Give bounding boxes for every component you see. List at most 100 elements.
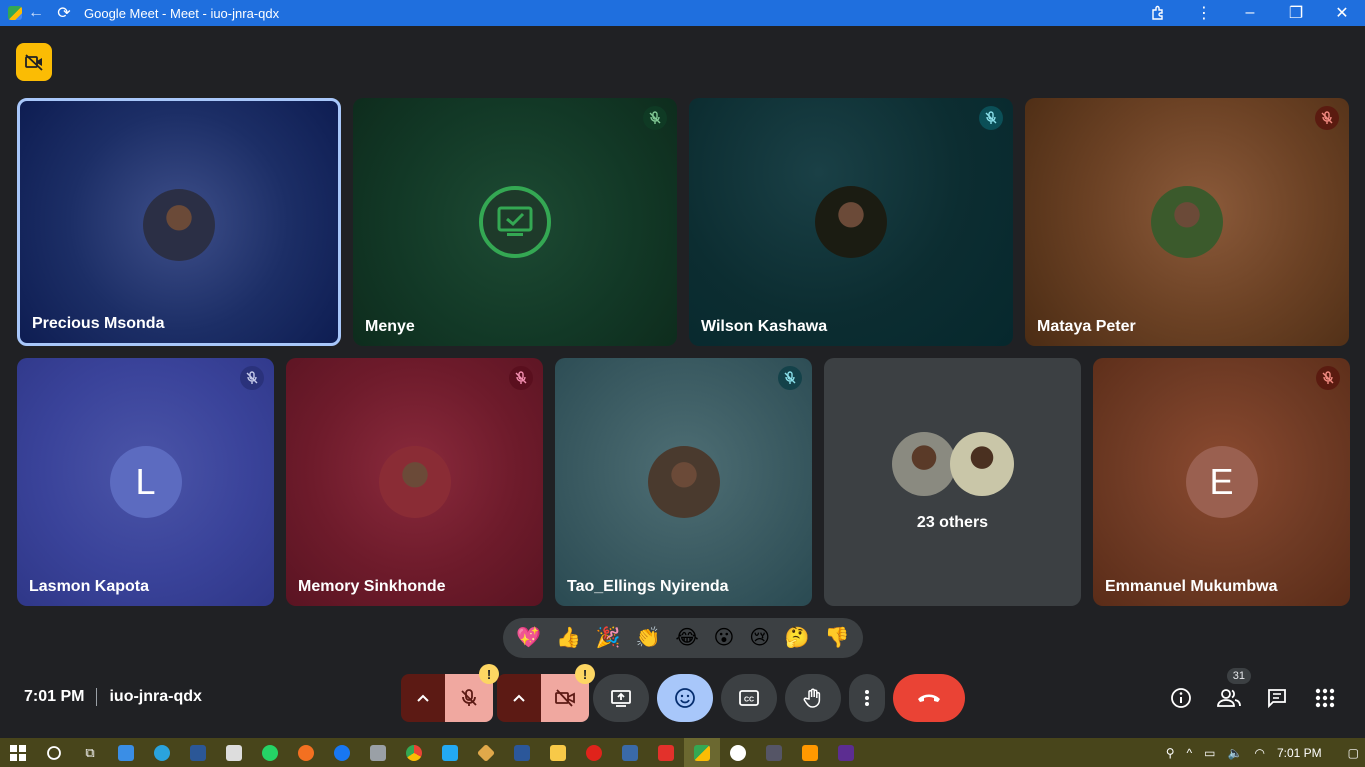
participant-name: Wilson Kashawa: [701, 318, 828, 335]
participant-name: Precious Msonda: [32, 315, 165, 332]
video-off-icon: [25, 54, 43, 71]
present-screen-button[interactable]: [593, 674, 649, 722]
windows-start-icon[interactable]: [0, 738, 36, 767]
extensions-icon[interactable]: [1135, 0, 1181, 26]
participant-tile[interactable]: Menye: [353, 98, 677, 346]
reaction-emoji[interactable]: 👎: [825, 628, 850, 648]
mic-toggle-button[interactable]: !: [445, 664, 499, 722]
participant-name: Mataya Peter: [1037, 318, 1136, 335]
people-button[interactable]: 31: [1205, 668, 1253, 722]
meeting-details-button[interactable]: [1157, 674, 1205, 722]
telegram-icon[interactable]: [144, 738, 180, 767]
battery-icon[interactable]: ▭: [1204, 746, 1215, 760]
participant-tile[interactable]: L Lasmon Kapota: [17, 358, 274, 606]
info-icon: [1171, 688, 1191, 708]
participant-tile[interactable]: Wilson Kashawa: [689, 98, 1013, 346]
more-options-button[interactable]: [849, 674, 885, 722]
search-circle-icon[interactable]: [36, 738, 72, 767]
mic-off-icon: [461, 689, 477, 706]
wifi-icon[interactable]: ◠: [1254, 746, 1264, 760]
chrome-icon[interactable]: [396, 738, 432, 767]
participant-tile[interactable]: 23 others: [824, 358, 1081, 606]
close-button[interactable]: ✕: [1319, 0, 1365, 26]
side-controls: 31: [1157, 668, 1349, 722]
warning-icon: !: [479, 664, 499, 684]
reload-icon[interactable]: ⟳: [50, 0, 78, 26]
taskbar-clock[interactable]: 7:01 PM: [1277, 746, 1322, 760]
audio-options-button[interactable]: [401, 674, 445, 722]
avatar-initial: L: [109, 446, 182, 518]
file-explorer-icon[interactable]: [540, 738, 576, 767]
vscode-icon[interactable]: [432, 738, 468, 767]
participant-tile[interactable]: Tao_Ellings Nyirenda: [555, 358, 812, 606]
mic-control: !: [401, 664, 499, 722]
reaction-emoji[interactable]: 😢: [749, 628, 770, 648]
mic-muted-icon: [643, 106, 667, 130]
participant-tile[interactable]: Precious Msonda: [17, 98, 341, 346]
people-app-icon[interactable]: [360, 738, 396, 767]
orange-app-icon[interactable]: [288, 738, 324, 767]
control-bar: 7:01 PM iuo-jnra-qdx ! ! CC 31: [0, 664, 1365, 738]
chat-button[interactable]: [1253, 674, 1301, 722]
people-tray-icon[interactable]: ⚲: [1166, 746, 1175, 760]
powershell-icon[interactable]: [180, 738, 216, 767]
avatar-initial: E: [1185, 446, 1258, 518]
reactions-bar: 💖 👍 🎉 👏 😂 😮 😢 🤔 👎: [503, 618, 863, 658]
captions-button[interactable]: CC: [721, 674, 777, 722]
videocam-off-icon: [555, 689, 575, 707]
video-options-button[interactable]: [497, 674, 541, 722]
chat-icon: [1268, 689, 1286, 709]
activities-button[interactable]: [1301, 674, 1349, 722]
participant-tile[interactable]: Memory Sinkhonde: [286, 358, 543, 606]
notification-icon[interactable]: ▢: [1348, 746, 1359, 760]
wps-icon[interactable]: [648, 738, 684, 767]
more-vert-icon[interactable]: ⋮: [1181, 0, 1227, 26]
mic-muted-icon: [778, 366, 802, 390]
mic-muted-icon: [509, 366, 533, 390]
mic-muted-icon: [1315, 106, 1339, 130]
reaction-emoji[interactable]: 😂: [675, 628, 698, 648]
opera-icon[interactable]: [576, 738, 612, 767]
whatsapp-icon[interactable]: [252, 738, 288, 767]
qr-app-icon[interactable]: [216, 738, 252, 767]
network-app-icon[interactable]: [612, 738, 648, 767]
reactions-button[interactable]: [657, 674, 713, 722]
participant-tile[interactable]: Mataya Peter: [1025, 98, 1349, 346]
participant-tile[interactable]: E Emmanuel Mukumbwa: [1093, 358, 1350, 606]
git-icon[interactable]: [468, 738, 504, 767]
restore-button[interactable]: ❐: [1273, 0, 1319, 26]
word-icon[interactable]: [504, 738, 540, 767]
video-off-indicator[interactable]: [16, 43, 52, 81]
minimize-button[interactable]: –: [1227, 0, 1273, 26]
chevron-up-icon: [513, 694, 525, 702]
reaction-emoji[interactable]: 🤔: [785, 628, 810, 648]
leave-call-button[interactable]: [893, 674, 965, 722]
system-tray: ⚲ ^ ▭ 🔈 ◠ 7:01 PM ▢: [1160, 738, 1365, 767]
meet-taskbar-icon[interactable]: [684, 738, 720, 767]
facebook-icon[interactable]: [324, 738, 360, 767]
chevron-up-icon[interactable]: ^: [1187, 746, 1193, 760]
raise-hand-button[interactable]: [785, 674, 841, 722]
browser-titlebar: ← ⟳ Google Meet - Meet - iuo-jnra-qdx ⋮ …: [0, 0, 1365, 26]
others-avatars: [891, 432, 1014, 496]
mic-muted-icon: [1316, 366, 1340, 390]
reaction-emoji[interactable]: 😮: [714, 628, 735, 648]
sublime-icon[interactable]: [792, 738, 828, 767]
reaction-emoji[interactable]: 👍: [556, 628, 581, 648]
mail-icon[interactable]: [108, 738, 144, 767]
volume-icon[interactable]: 🔈: [1228, 746, 1243, 760]
github-icon[interactable]: [720, 738, 756, 767]
camera-toggle-button[interactable]: !: [541, 664, 595, 722]
reaction-emoji[interactable]: 💖: [516, 628, 541, 648]
apps-grid-icon: [1315, 688, 1335, 708]
emoji-icon: [675, 688, 695, 708]
game-app-icon[interactable]: [756, 738, 792, 767]
back-icon[interactable]: ←: [22, 0, 50, 26]
reaction-emoji[interactable]: 🎉: [596, 628, 621, 648]
visual-studio-icon[interactable]: [828, 738, 864, 767]
reaction-emoji[interactable]: 👏: [636, 628, 661, 648]
hand-icon: [803, 688, 821, 708]
task-view-icon[interactable]: ⧉: [72, 738, 108, 767]
meeting-info: 7:01 PM iuo-jnra-qdx: [24, 688, 202, 706]
warning-icon: !: [575, 664, 595, 684]
